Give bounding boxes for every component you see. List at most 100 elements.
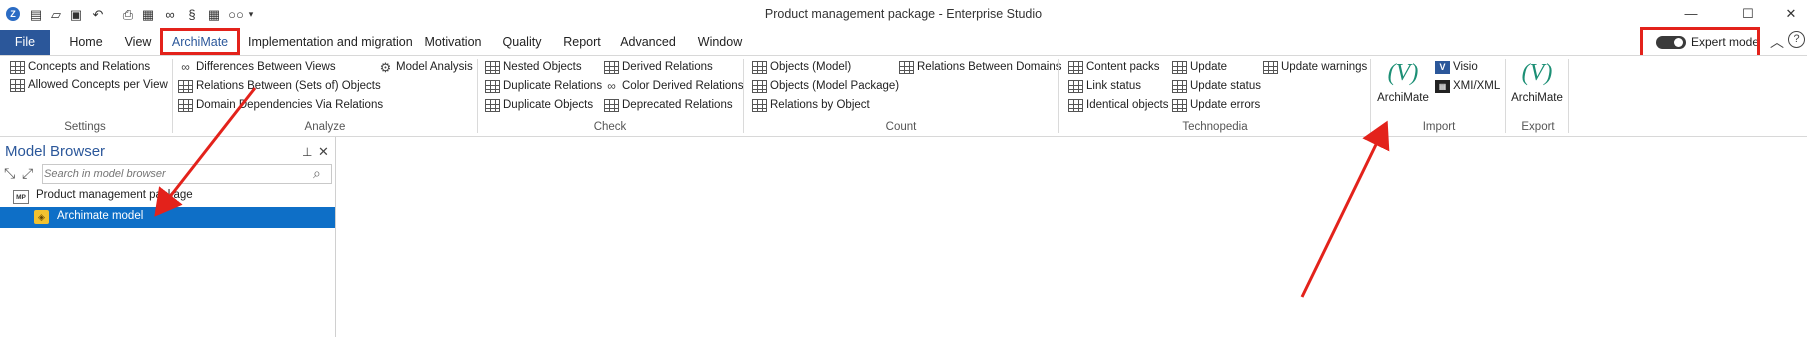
import-visio-button[interactable]: V Visio xyxy=(1435,58,1478,76)
content-packs-button[interactable]: Content packs xyxy=(1068,58,1160,76)
group-separator xyxy=(1568,59,1569,133)
import-archimate-button[interactable]: (V) ArchiMate xyxy=(1374,57,1432,111)
color-derived-relations-label: Color Derived Relations xyxy=(622,80,744,92)
chain-link-icon: ∞ xyxy=(607,78,616,93)
model-browser-search-input[interactable] xyxy=(44,166,304,182)
duplicate-objects-label: Duplicate Objects xyxy=(503,99,594,111)
pin-icon[interactable]: ⊥ xyxy=(302,145,312,159)
chain-link-icon: ∞ xyxy=(181,59,190,74)
relations-between-sets-label: Relations Between (Sets of) Objects xyxy=(196,80,381,92)
table-icon xyxy=(485,60,500,74)
maximize-icon[interactable]: ☐ xyxy=(1737,4,1759,24)
archimate-logo-icon: (V) xyxy=(1387,60,1419,86)
group-separator xyxy=(172,59,173,133)
collapse-arrows-icon[interactable]: ⤡ xyxy=(4,165,15,182)
allowed-concepts-icon xyxy=(10,78,25,92)
update-label: Update xyxy=(1190,61,1228,73)
table-icon xyxy=(899,60,914,74)
arrow-to-import-archimate xyxy=(1300,120,1390,298)
search-icon[interactable]: ⌕ xyxy=(313,165,321,182)
group-label-export: Export xyxy=(1521,121,1555,133)
tab-window[interactable]: Window xyxy=(692,30,748,55)
differences-between-views-label: Differences Between Views xyxy=(196,61,336,73)
identical-objects-label: Identical objects xyxy=(1086,99,1169,111)
table-icon xyxy=(604,60,619,74)
group-separator xyxy=(1058,59,1059,133)
nested-objects-label: Nested Objects xyxy=(503,61,582,73)
help-icon[interactable]: ? xyxy=(1788,31,1805,48)
group-separator xyxy=(743,59,744,133)
collapse-ribbon-icon[interactable]: ︿ xyxy=(1770,32,1784,52)
table-icon xyxy=(1068,98,1083,112)
differences-between-views-button[interactable]: ∞ Differences Between Views xyxy=(178,58,336,76)
deprecated-relations-label: Deprecated Relations xyxy=(622,99,733,111)
objects-model-button[interactable]: Objects (Model) xyxy=(752,58,851,76)
tree-item-package[interactable]: Product management package xyxy=(36,189,193,201)
identical-objects-button[interactable]: Identical objects xyxy=(1068,96,1168,114)
table-icon xyxy=(1172,60,1187,74)
import-xmi-xml-button[interactable]: ▦ XMI/XML xyxy=(1435,77,1500,95)
duplicate-relations-button[interactable]: Duplicate Relations xyxy=(485,77,602,95)
table-icon xyxy=(604,98,619,112)
nested-objects-button[interactable]: Nested Objects xyxy=(485,58,582,76)
duplicate-relations-label: Duplicate Relations xyxy=(503,80,603,92)
tree-item-archimate-model: Archimate model xyxy=(57,210,144,222)
group-label-technopedia: Technopedia xyxy=(1182,121,1248,133)
tab-motivation[interactable]: Motivation xyxy=(420,30,486,55)
tab-view[interactable]: View xyxy=(122,30,154,55)
tab-implementation-and-migration[interactable]: Implementation and migration xyxy=(248,30,413,55)
color-derived-relations-button[interactable]: ∞ Color Derived Relations xyxy=(604,77,743,95)
table-icon xyxy=(1172,79,1187,93)
update-warnings-label: Update warnings xyxy=(1281,61,1368,73)
visio-icon: V xyxy=(1435,60,1450,74)
archimate-logo-icon: (V) xyxy=(1521,60,1553,86)
domain-dependencies-button[interactable]: Domain Dependencies Via Relations xyxy=(178,96,383,114)
window-title: Product management package - Enterprise … xyxy=(764,7,1043,21)
relations-between-domains-button[interactable]: Relations Between Domains xyxy=(899,58,1061,76)
expand-arrows-icon[interactable]: ⤢ xyxy=(22,165,33,182)
derived-relations-button[interactable]: Derived Relations xyxy=(604,58,713,76)
close-icon[interactable]: ✕ xyxy=(1780,4,1802,24)
concepts-and-relations-label: Concepts and Relations xyxy=(28,61,151,73)
tab-home[interactable]: Home xyxy=(66,30,106,55)
objects-model-package-button[interactable]: Objects (Model Package) xyxy=(752,77,899,95)
table-icon xyxy=(485,98,500,112)
objects-model-package-label: Objects (Model Package) xyxy=(770,80,900,92)
tab-report[interactable]: Report xyxy=(558,30,606,55)
update-button[interactable]: Update xyxy=(1172,58,1227,76)
group-label-check: Check xyxy=(593,121,627,133)
close-pane-icon[interactable]: ✕ xyxy=(318,144,329,160)
relations-between-sets-button[interactable]: Relations Between (Sets of) Objects xyxy=(178,77,381,95)
allowed-concepts-per-view-button[interactable]: Allowed Concepts per View xyxy=(10,76,168,94)
link-status-label: Link status xyxy=(1086,80,1141,92)
table-icon xyxy=(1172,98,1187,112)
table-icon xyxy=(1263,60,1278,74)
relations-by-object-label: Relations by Object xyxy=(770,99,870,111)
update-errors-label: Update errors xyxy=(1190,99,1261,111)
visio-label: Visio xyxy=(1453,61,1478,73)
package-icon: MP xyxy=(13,190,29,204)
tab-advanced[interactable]: Advanced xyxy=(618,30,678,55)
deprecated-relations-button[interactable]: Deprecated Relations xyxy=(604,96,733,114)
tab-file[interactable]: File xyxy=(0,30,50,55)
duplicate-objects-button[interactable]: Duplicate Objects xyxy=(485,96,593,114)
export-archimate-label: ArchiMate xyxy=(1511,92,1563,104)
tree-item-selected-row[interactable] xyxy=(0,207,335,228)
group-label-analyze: Analyze xyxy=(304,121,346,133)
update-warnings-button[interactable]: Update warnings xyxy=(1263,58,1367,76)
concepts-and-relations-button[interactable]: Concepts and Relations xyxy=(10,58,150,76)
relations-by-object-button[interactable]: Relations by Object xyxy=(752,96,870,114)
export-archimate-button[interactable]: (V) ArchiMate xyxy=(1508,57,1566,111)
table-icon xyxy=(752,60,767,74)
update-errors-button[interactable]: Update errors xyxy=(1172,96,1260,114)
relations-between-domains-label: Relations Between Domains xyxy=(917,61,1062,73)
minimize-icon[interactable]: — xyxy=(1680,4,1702,24)
update-status-button[interactable]: Update status xyxy=(1172,77,1261,95)
model-analysis-button[interactable]: ⚙ Model Analysis xyxy=(378,58,473,76)
table-icon xyxy=(1068,79,1083,93)
model-icon: ◈ xyxy=(34,210,49,224)
link-status-button[interactable]: Link status xyxy=(1068,77,1141,95)
tab-quality[interactable]: Quality xyxy=(498,30,546,55)
domain-dependencies-label: Domain Dependencies Via Relations xyxy=(196,99,384,111)
group-label-import: Import xyxy=(1422,121,1456,133)
